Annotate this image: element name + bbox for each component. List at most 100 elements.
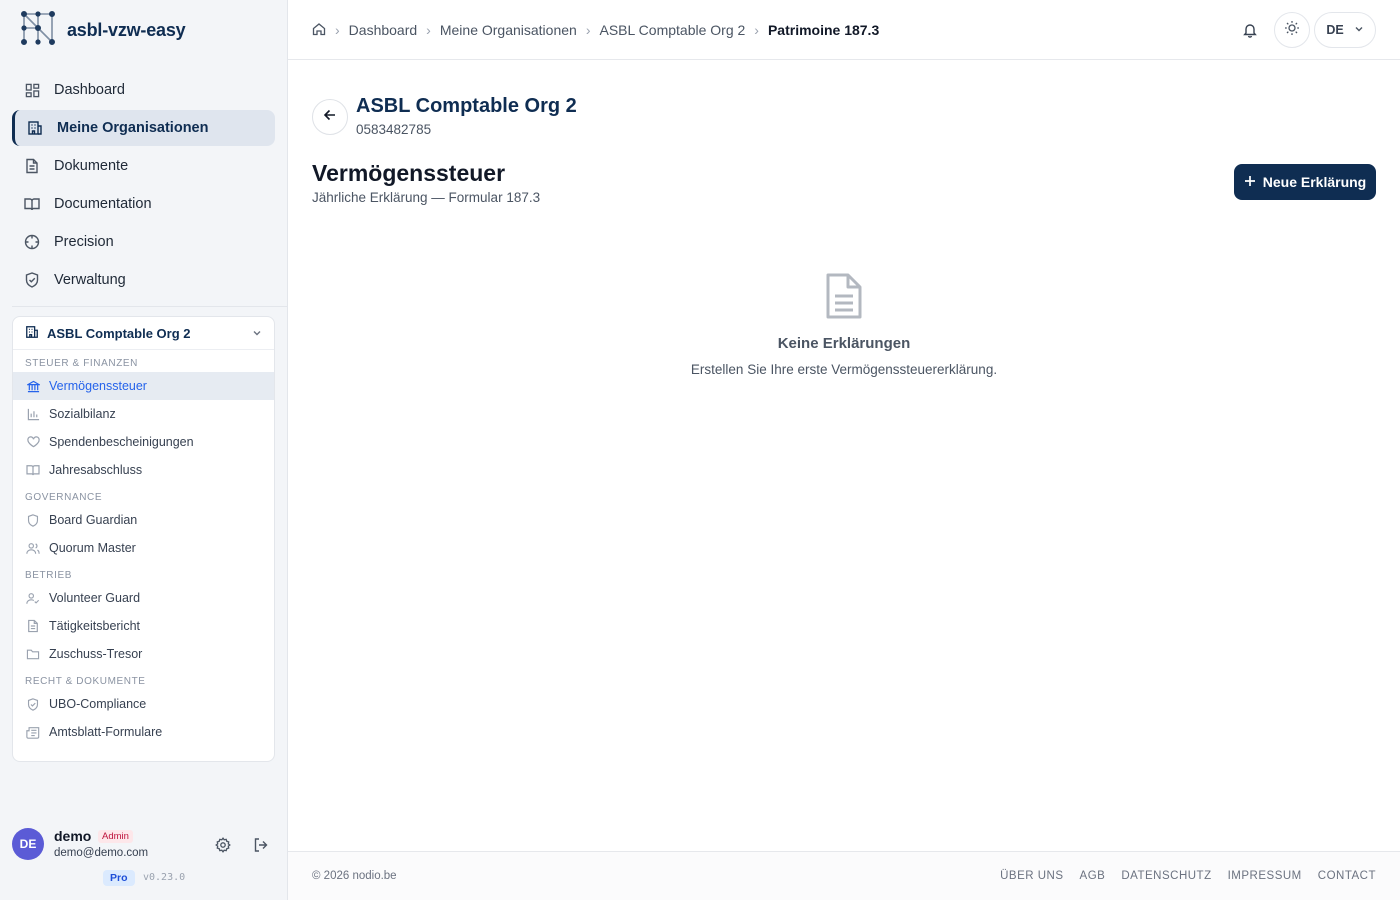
nav-label: Dokumente	[54, 158, 129, 174]
nav-item-verwaltung[interactable]: Verwaltung	[12, 262, 275, 298]
app-logo[interactable]: asbl-vzw-easy	[20, 10, 186, 51]
page-subtitle: Jährliche Erklärung — Formular 187.3	[312, 190, 541, 205]
sidebar-divider	[12, 306, 287, 307]
heart-icon	[26, 435, 40, 449]
empty-document-icon	[824, 272, 864, 320]
footer-link-imprint[interactable]: IMPRESSUM	[1228, 870, 1302, 882]
empty-state-title: Keine Erklärungen	[777, 335, 911, 352]
footer-link-about[interactable]: ÜBER UNS	[1000, 870, 1063, 882]
theme-toggle-button[interactable]	[1274, 12, 1310, 48]
plan-badge: Pro	[103, 870, 135, 886]
file-text-icon	[26, 619, 40, 633]
sub-item-label: Tätigkeitsbericht	[49, 619, 141, 633]
org-title: ASBL Comptable Org 2	[356, 95, 577, 117]
user-name: demo	[54, 828, 92, 844]
folder-icon	[26, 647, 40, 661]
org-switcher[interactable]: ASBL Comptable Org 2	[13, 317, 274, 350]
breadcrumb-link[interactable]: Meine Organisationen	[440, 22, 577, 38]
app-version: v0.23.0	[143, 872, 186, 883]
crosshair-icon	[24, 234, 40, 250]
home-icon[interactable]	[312, 22, 326, 39]
page-title: Vermögenssteuer	[312, 160, 506, 186]
chevron-right-icon: ›	[335, 22, 340, 38]
nav-item-dokumente[interactable]: Dokumente	[12, 148, 275, 184]
sub-item-board-guardian[interactable]: Board Guardian	[13, 506, 274, 534]
footer-link-agb[interactable]: AGB	[1080, 870, 1106, 882]
sub-item-label: Vermögenssteuer	[49, 379, 147, 393]
footer-links: ÜBER UNS AGB DATENSCHUTZ IMPRESSUM CONTA…	[1000, 870, 1376, 882]
footer: © 2026 nodio.be ÜBER UNS AGB DATENSCHUTZ…	[288, 851, 1400, 900]
nav-label: Meine Organisationen	[57, 120, 209, 136]
new-declaration-label: Neue Erklärung	[1262, 174, 1367, 190]
footer-link-contact[interactable]: CONTACT	[1318, 870, 1376, 882]
breadcrumb-link[interactable]: Dashboard	[349, 22, 418, 38]
footer-link-privacy[interactable]: DATENSCHUTZ	[1121, 870, 1211, 882]
sub-item-label: Sozialbilanz	[49, 407, 116, 421]
logout-icon[interactable]	[251, 835, 271, 855]
main-nav: Dashboard Meine Organisationen Dokumente…	[12, 72, 275, 300]
breadcrumb-current: Patrimoine 187.3	[767, 22, 880, 38]
section-title-finance: STEUER & FINANZEN	[25, 358, 138, 369]
shield-check-icon	[26, 697, 40, 711]
language-selector[interactable]: DE	[1314, 12, 1376, 48]
nav-label: Dashboard	[54, 82, 125, 98]
nav-label: Precision	[54, 234, 114, 250]
empty-state-text: Erstellen Sie Ihre erste Vermögenssteuer…	[690, 362, 998, 377]
sub-item-label: Zuschuss-Tresor	[49, 647, 143, 661]
sub-item-quorum-master[interactable]: Quorum Master	[13, 534, 274, 562]
sub-item-vermoegenssteuer[interactable]: Vermögenssteuer	[13, 372, 274, 400]
copyright: © 2026 nodio.be	[312, 870, 397, 882]
bell-icon[interactable]	[1240, 20, 1260, 40]
chevron-right-icon: ›	[426, 22, 431, 38]
sub-item-volunteer-guard[interactable]: Volunteer Guard	[13, 584, 274, 612]
sidebar: asbl-vzw-easy Dashboard Meine Organisati…	[0, 0, 288, 900]
sub-item-label: UBO-Compliance	[49, 697, 147, 711]
section-title-recht: RECHT & DOKUMENTE	[25, 676, 146, 687]
building-icon	[25, 325, 39, 342]
sub-item-spendenbescheinigungen[interactable]: Spendenbescheinigungen	[13, 428, 274, 456]
book-icon	[24, 196, 40, 212]
network-logo-icon	[20, 10, 56, 51]
sub-item-zuschuss-tresor[interactable]: Zuschuss-Tresor	[13, 640, 274, 668]
user-email: demo@demo.com	[54, 847, 149, 859]
org-number: 0583482785	[356, 122, 432, 137]
sub-item-label: Amtsblatt-Formulare	[49, 725, 163, 739]
nav-item-dashboard[interactable]: Dashboard	[12, 72, 275, 108]
new-declaration-button[interactable]: Neue Erklärung	[1234, 164, 1376, 200]
dashboard-icon	[24, 82, 40, 98]
sub-item-label: Spendenbescheinigungen	[49, 435, 194, 449]
nav-item-organisations[interactable]: Meine Organisationen	[12, 110, 275, 146]
topbar: › Dashboard › Meine Organisationen › ASB…	[288, 0, 1400, 60]
settings-gear-icon[interactable]	[213, 835, 233, 855]
breadcrumb: › Dashboard › Meine Organisationen › ASB…	[312, 20, 879, 40]
sub-item-sozialbilanz[interactable]: Sozialbilanz	[13, 400, 274, 428]
back-button[interactable]	[312, 99, 348, 135]
user-panel: DE demo Admin demo@demo.com Pro v0.23.0	[12, 826, 276, 886]
nav-item-precision[interactable]: Precision	[12, 224, 275, 260]
chevron-right-icon: ›	[754, 22, 759, 38]
user-check-icon	[26, 591, 40, 605]
chevron-right-icon: ›	[585, 22, 591, 38]
nav-label: Documentation	[54, 196, 152, 212]
app-name: asbl-vzw-easy	[67, 19, 186, 40]
section-title-governance: GOVERNANCE	[25, 492, 103, 503]
sub-item-jahresabschluss[interactable]: Jahresabschluss	[13, 456, 274, 484]
breadcrumb-link[interactable]: ASBL Comptable Org 2	[600, 22, 746, 38]
sub-item-amtsblatt-formulare[interactable]: Amtsblatt-Formulare	[13, 718, 274, 746]
sub-item-taetigkeitsbericht[interactable]: Tätigkeitsbericht	[13, 612, 274, 640]
sub-item-label: Quorum Master	[49, 541, 136, 555]
org-submenu: ASBL Comptable Org 2 STEUER & FINANZEN V…	[12, 316, 275, 762]
nav-item-documentation[interactable]: Documentation	[12, 186, 275, 222]
chevron-down-icon	[1354, 23, 1364, 37]
book-icon	[26, 463, 40, 477]
sub-item-label: Jahresabschluss	[49, 463, 143, 477]
bank-icon	[26, 379, 40, 393]
sub-item-label: Volunteer Guard	[49, 591, 141, 605]
sub-item-label: Board Guardian	[49, 513, 138, 527]
building-icon	[27, 120, 43, 136]
users-icon	[26, 541, 40, 555]
org-name: ASBL Comptable Org 2	[47, 325, 191, 341]
sub-item-ubo-compliance[interactable]: UBO-Compliance	[13, 690, 274, 718]
role-badge: Admin	[98, 830, 133, 843]
avatar[interactable]: DE	[12, 828, 44, 860]
